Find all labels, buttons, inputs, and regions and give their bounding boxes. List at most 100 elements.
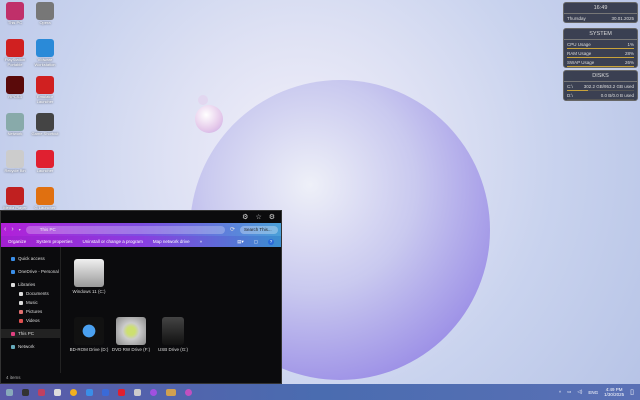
disk-label: C:\ <box>567 83 573 89</box>
taskbar-app-icon[interactable] <box>70 388 77 396</box>
taskbar-app-icon[interactable] <box>185 388 192 396</box>
folder-icon <box>11 331 15 336</box>
nav-item[interactable]: Libraries <box>1 280 60 289</box>
disk-row: C:\ 302.2 GB/953.2 GB used <box>564 82 637 90</box>
chevron-up-icon[interactable]: ^ <box>559 390 561 395</box>
organize-button[interactable]: Organize <box>8 239 26 244</box>
preview-pane-icon[interactable]: ▢ <box>254 239 258 245</box>
desktop-shortcut[interactable]: Recycle Bin <box>0 150 30 173</box>
nav-item[interactable]: Network <box>1 342 60 351</box>
taskbar-app-icon[interactable] <box>54 388 61 396</box>
drive-item[interactable]: USB Drive (G:) <box>151 317 195 352</box>
taskbar-app-icon[interactable] <box>134 388 141 396</box>
nav-label: Libraries <box>18 282 36 287</box>
nav-item[interactable]: Pictures <box>1 307 60 316</box>
nav-item[interactable]: This PC <box>1 329 60 338</box>
desktop-shortcut[interactable]: RPCS3 <box>0 76 30 99</box>
desktop-shortcut[interactable]: Game Shortcut <box>30 113 60 136</box>
language-indicator[interactable]: ENG <box>588 390 598 395</box>
nav-label: Documents <box>26 291 49 296</box>
drive-item[interactable]: Windows 11 (C:) <box>67 259 111 294</box>
volume-icon[interactable]: ◁) <box>577 389 582 395</box>
shortcut-label: Opera <box>39 20 51 25</box>
disk-usage: 302.2 GB/953.2 GB used <box>583 83 634 89</box>
clock[interactable]: 4:49 PM 1/30/2025 <box>604 387 624 397</box>
app-icon <box>6 187 24 205</box>
stat-label: CPU Usage <box>567 41 591 47</box>
refresh-icon[interactable]: ⟳ <box>230 226 235 233</box>
uninstall-program-button[interactable]: Uninstall or change a program <box>83 239 143 244</box>
start-icon[interactable] <box>6 388 13 396</box>
app-icon <box>36 187 54 205</box>
stat-value: 28% <box>624 50 634 56</box>
taskbar-app-icon[interactable] <box>22 388 29 396</box>
notification-icon[interactable]: ▯ <box>630 388 634 396</box>
nav-item[interactable]: Documents <box>1 289 60 298</box>
desktop-shortcut[interactable]: G Launcher <box>30 187 60 210</box>
shortcut-label: VMware Workstation <box>34 57 56 67</box>
settings-icon[interactable]: ⚙ <box>269 213 275 221</box>
search-input[interactable]: Search This... <box>240 225 278 234</box>
disk-usage-bar <box>567 99 634 100</box>
desktop-shortcut[interactable]: Emulator Launcher <box>30 76 60 104</box>
desktop-shortcut[interactable]: Launcher <box>30 150 60 173</box>
drive-label: DVD RW Drive (F:) <box>111 347 151 352</box>
taskbar-app-icon[interactable] <box>166 388 176 396</box>
shortcut-label: Launcher <box>36 168 54 173</box>
folder-icon <box>19 318 23 323</box>
desktop-shortcut[interactable]: VMware Workstation <box>30 39 60 67</box>
gear-icon[interactable]: ⚙ <box>242 213 248 221</box>
drive-label: BD-ROM Drive (D:) <box>69 347 109 352</box>
help-icon[interactable]: ? <box>268 238 274 245</box>
address-input[interactable]: This PC <box>25 225 225 234</box>
nav-item[interactable]: Music <box>1 298 60 307</box>
forward-icon[interactable]: › <box>11 226 13 233</box>
system-stat-row: CPU Usage 1% <box>564 40 637 48</box>
desktop-shortcut[interactable]: Media Player <box>0 187 30 210</box>
taskbar: ^ ▭ ◁) ENG 4:49 PM 1/30/2025 ▯ <box>0 384 640 400</box>
nav-item[interactable]: Videos <box>1 316 60 325</box>
wallpaper-bubble <box>195 105 223 133</box>
folder-icon <box>11 282 15 287</box>
nav-label: Pictures <box>26 309 43 314</box>
folder-icon <box>19 300 23 305</box>
chevron-down-icon[interactable]: ▾ <box>19 227 21 232</box>
taskbar-app-icon[interactable] <box>38 388 45 396</box>
nav-label: This PC <box>18 331 35 336</box>
status-bar: 4 items <box>1 373 281 383</box>
taskbar-app-icon[interactable] <box>150 388 157 396</box>
desktop-shortcut[interactable]: PlayStation Portable <box>0 39 30 67</box>
stat-label: RAM Usage <box>567 50 592 56</box>
drive-item[interactable]: BD-ROM Drive (D:) <box>67 317 111 352</box>
nav-item[interactable]: OneDrive - Personal <box>1 267 60 276</box>
taskbar-app-icon[interactable] <box>102 388 109 396</box>
back-icon[interactable]: ‹ <box>4 226 6 233</box>
folder-icon <box>11 269 15 274</box>
system-tray: ^ ▭ ◁) ENG 4:49 PM 1/30/2025 ▯ <box>559 384 634 400</box>
app-icon <box>36 39 54 57</box>
stat-label: SWAP Usage <box>567 59 595 65</box>
star-icon[interactable]: ☆ <box>255 213 261 221</box>
app-icon <box>36 2 54 20</box>
view-options-icon[interactable]: ▤▾ <box>237 239 244 245</box>
more-button[interactable]: » <box>200 239 203 244</box>
tray-date: 1/30/2025 <box>604 392 625 397</box>
desktop-shortcut[interactable]: Network <box>0 113 30 136</box>
system-properties-button[interactable]: System properties <box>36 239 72 244</box>
nav-item[interactable]: Quick access <box>1 254 60 263</box>
app-icon <box>6 76 24 94</box>
nav-label: OneDrive - Personal <box>18 269 59 274</box>
desktop-shortcut[interactable]: This PC <box>0 2 30 25</box>
taskbar-app-icon[interactable] <box>86 388 93 396</box>
map-network-drive-button[interactable]: Map network drive <box>153 239 190 244</box>
shortcut-label: RPCS3 <box>8 94 22 99</box>
taskbar-app-icon[interactable] <box>118 388 125 396</box>
nav-label: Network <box>18 344 35 349</box>
nav-label: Videos <box>26 318 40 323</box>
desktop-shortcut[interactable]: Opera <box>30 2 60 25</box>
system-stat-row: SWAP Usage 26% <box>564 58 637 66</box>
folder-icon <box>19 309 23 314</box>
drive-item[interactable]: DVD RW Drive (F:) <box>109 317 153 352</box>
network-icon[interactable]: ▭ <box>567 389 571 395</box>
shortcut-label: Game Shortcut <box>31 131 59 136</box>
